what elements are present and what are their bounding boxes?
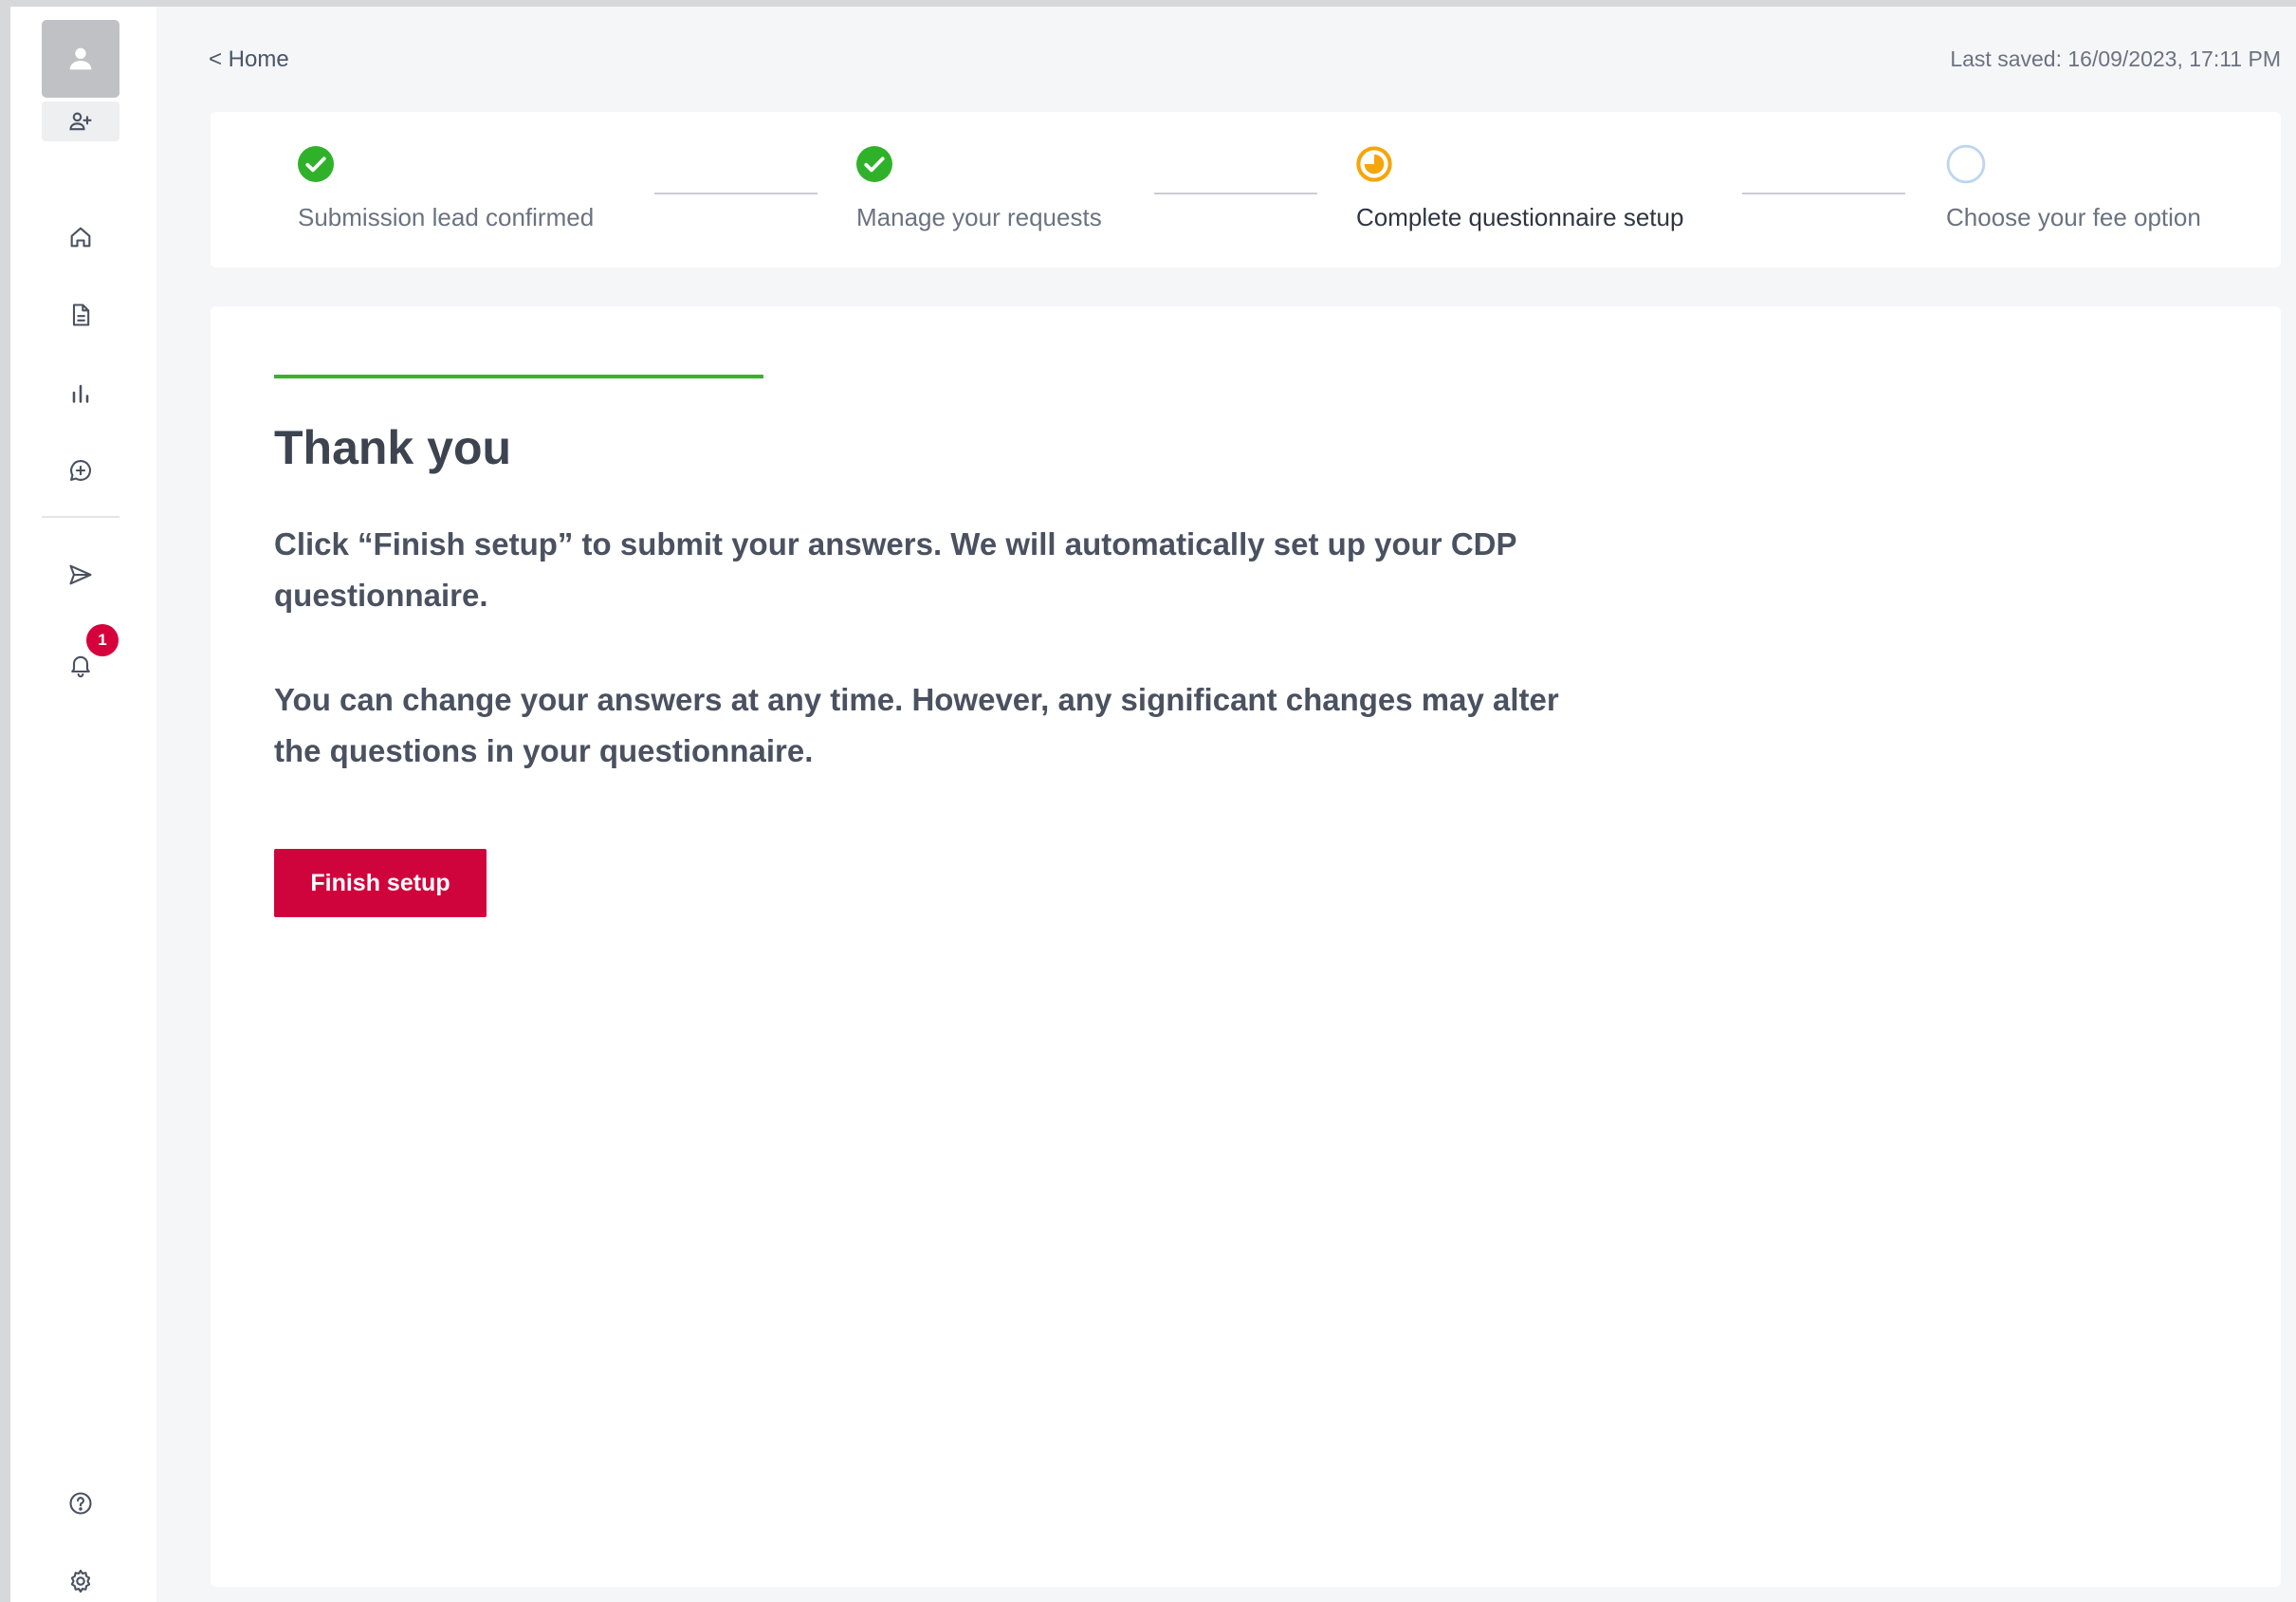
sidebar: 1 (10, 7, 156, 1602)
help-icon (69, 1492, 92, 1515)
user-icon (69, 47, 92, 70)
sidebar-item-reports[interactable] (60, 372, 101, 414)
check-circle-icon (298, 146, 334, 182)
sidebar-divider (42, 516, 119, 518)
sidebar-item-settings[interactable] (60, 1560, 101, 1602)
step-label: Manage your requests (856, 203, 1102, 231)
main-card: Thank you Click “Finish setup” to submit… (211, 306, 2281, 1587)
sidebar-item-documents[interactable] (60, 294, 101, 336)
send-icon (69, 564, 92, 585)
pending-circle-icon (1946, 144, 1986, 184)
app-frame: 1 < Home Last saved: 16/09/2023, 17:11 P… (10, 7, 2296, 1602)
page-title: Thank you (274, 421, 512, 474)
sidebar-item-send[interactable] (60, 554, 101, 596)
bar-chart-icon (72, 384, 89, 403)
gear-icon (70, 1569, 91, 1593)
step-connector (1742, 193, 1905, 194)
sidebar-item-messages[interactable] (60, 450, 101, 491)
sidebar-item-help[interactable] (60, 1482, 101, 1524)
last-saved-timestamp: Last saved: 16/09/2023, 17:11 PM (1950, 46, 2281, 71)
add-comment-icon (70, 460, 92, 481)
step-label: Complete questionnaire setup (1356, 203, 1684, 231)
change-note-paragraph: You can change your answers at any time.… (274, 682, 1559, 768)
instructions-paragraph: Click “Finish setup” to submit your answ… (274, 526, 1516, 613)
accent-bar (274, 375, 763, 378)
users-add-icon (69, 112, 92, 131)
switch-account-button[interactable] (42, 101, 119, 141)
breadcrumb-home-link[interactable]: < Home (209, 46, 289, 73)
step-connector (654, 193, 817, 194)
avatar[interactable] (42, 20, 119, 98)
finish-setup-button[interactable]: Finish setup (274, 849, 487, 917)
progress-stepper: Submission lead confirmed Manage your re… (211, 112, 2281, 267)
home-icon (70, 227, 91, 248)
bell-icon (71, 655, 90, 678)
step-label: Choose your fee option (1946, 203, 2201, 231)
in-progress-icon (1356, 146, 1392, 182)
notification-badge: 1 (86, 624, 119, 656)
document-icon (72, 304, 90, 326)
check-circle-icon (856, 146, 892, 182)
step-label: Submission lead confirmed (298, 203, 595, 231)
step-connector (1154, 193, 1317, 194)
sidebar-item-home[interactable] (60, 216, 101, 258)
